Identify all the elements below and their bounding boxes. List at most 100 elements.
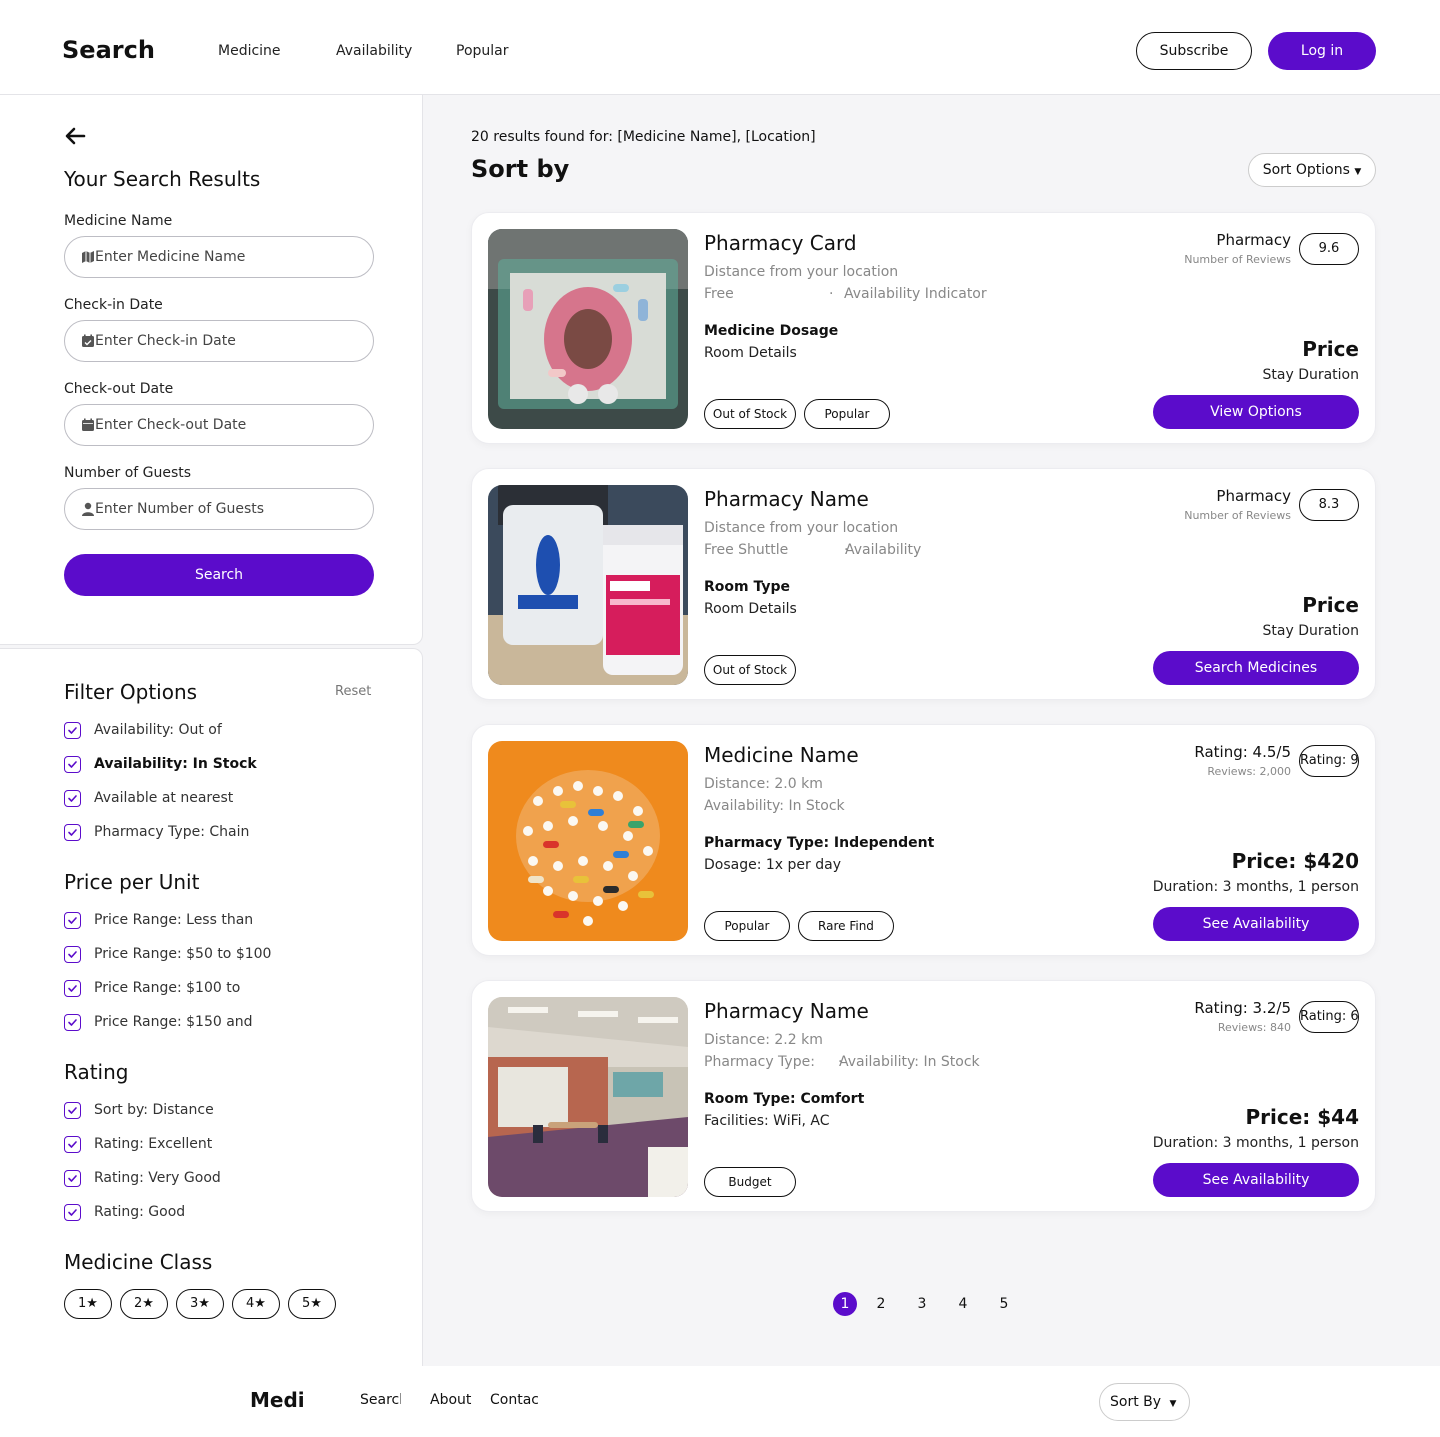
checkbox[interactable]: [64, 790, 81, 807]
result-image: [488, 485, 688, 685]
checkbox-label: Available at nearest: [94, 790, 234, 806]
footer-link-contact[interactable]: Contact Us: [490, 1392, 538, 1416]
checkbox[interactable]: [64, 756, 81, 773]
checkbox[interactable]: [64, 1102, 81, 1119]
result-price: Price: [1302, 593, 1359, 617]
user-icon: [82, 502, 94, 516]
result-tag[interactable]: Popular: [704, 911, 790, 941]
checkout-date-label: Check-out Date: [64, 381, 174, 397]
result-title[interactable]: Pharmacy Card: [704, 231, 857, 255]
checkbox[interactable]: [64, 1204, 81, 1221]
footer-sort-dropdown[interactable]: Sort By ▼: [1099, 1383, 1190, 1421]
map-icon: [82, 251, 94, 263]
nav-medicine[interactable]: Medicine: [218, 43, 281, 59]
rating-badge: 9.6: [1299, 233, 1359, 265]
result-description: Room Details: [704, 345, 797, 361]
result-card: Pharmacy Name Distance from your location…: [471, 468, 1376, 700]
footer-link-search[interactable]: Search: [360, 1392, 401, 1416]
checkin-date-input[interactable]: [95, 321, 365, 361]
result-detail-left: Free: [704, 286, 734, 302]
guests-input[interactable]: [95, 489, 365, 529]
result-title[interactable]: Pharmacy Name: [704, 999, 869, 1023]
checkbox[interactable]: [64, 722, 81, 739]
check-icon: [68, 951, 77, 958]
medicine-class-chip[interactable]: 3★: [176, 1289, 224, 1319]
result-price: Price: $44: [1245, 1105, 1359, 1129]
check-icon: [68, 1019, 77, 1026]
result-action-button[interactable]: View Options: [1153, 395, 1359, 429]
result-image: [488, 229, 688, 429]
page-number[interactable]: 2: [869, 1292, 893, 1316]
result-subtitle: Pharmacy Type: Independent: [704, 835, 935, 851]
result-duration: Duration: 3 months, 1 person: [1152, 879, 1359, 895]
result-duration: Duration: 3 months, 1 person: [1152, 1135, 1359, 1151]
result-title[interactable]: Medicine Name: [704, 743, 859, 767]
footer-link-about[interactable]: About Us: [430, 1392, 476, 1416]
medicine-class-chip[interactable]: 4★: [232, 1289, 280, 1319]
result-action-button[interactable]: See Availability: [1153, 1163, 1359, 1197]
result-action-button[interactable]: Search Medicines: [1153, 651, 1359, 685]
brand-title: Search: [62, 36, 155, 64]
checkbox[interactable]: [64, 824, 81, 841]
result-tag[interactable]: Popular: [804, 399, 890, 429]
top-header: Search Medicine Availability Popular Sub…: [0, 0, 1440, 95]
result-tag[interactable]: Out of Stock: [704, 655, 796, 685]
checkout-date-input[interactable]: [95, 405, 365, 445]
checkbox-label: Rating: Good: [94, 1204, 186, 1220]
result-card: Medicine Name Distance: 2.0 km Availabilit…: [471, 724, 1376, 956]
medicine-class-chip[interactable]: 5★: [288, 1289, 336, 1319]
rating-label: Pharmacy: [1216, 487, 1291, 505]
check-icon: [68, 1175, 77, 1182]
sort-options-dropdown[interactable]: Sort Options ▼: [1248, 153, 1376, 187]
checkout-date-field[interactable]: [64, 404, 374, 446]
checkbox-label: Price Range: $100 to: [94, 980, 241, 996]
nav-popular[interactable]: Popular: [456, 43, 509, 59]
checkbox[interactable]: [64, 946, 81, 963]
medicine-class-chip[interactable]: 1★: [64, 1289, 112, 1319]
medicine-name-input[interactable]: [95, 237, 365, 277]
result-title[interactable]: Pharmacy Name: [704, 487, 869, 511]
result-tag[interactable]: Budget: [704, 1167, 796, 1197]
checkbox-label: Price Range: Less than: [94, 912, 254, 928]
nav-availability[interactable]: Availability: [336, 43, 412, 59]
result-description: Room Details: [704, 601, 797, 617]
result-distance: Distance: 2.2 km: [704, 1032, 823, 1048]
reset-filters-link[interactable]: Reset: [335, 684, 371, 699]
guests-field[interactable]: [64, 488, 374, 530]
checkbox-label: Price Range: $150 and: [94, 1014, 253, 1030]
result-action-button[interactable]: See Availability: [1153, 907, 1359, 941]
result-tag[interactable]: Out of Stock: [704, 399, 796, 429]
review-count: Number of Reviews: [1184, 253, 1291, 266]
page-number[interactable]: 4: [951, 1292, 975, 1316]
result-detail-left: Free Shuttle: [704, 542, 789, 558]
review-count: Reviews: 840: [1217, 1021, 1291, 1034]
medicine-class-chip[interactable]: 2★: [120, 1289, 168, 1319]
checkbox[interactable]: [64, 1170, 81, 1187]
page-number[interactable]: 5: [992, 1292, 1016, 1316]
checkbox-label: Pharmacy Type: Chain: [94, 824, 250, 840]
checkbox-label: Rating: Very Good: [94, 1170, 221, 1186]
result-price: Price: [1302, 337, 1359, 361]
checkin-date-field[interactable]: [64, 320, 374, 362]
medicine-name-field[interactable]: [64, 236, 374, 278]
checkbox[interactable]: [64, 1014, 81, 1031]
login-button[interactable]: Log in: [1268, 32, 1376, 70]
search-button[interactable]: Search: [64, 554, 374, 596]
result-detail-right: Availability: [845, 542, 922, 558]
back-arrow-icon[interactable]: [64, 125, 86, 147]
result-image: [488, 741, 688, 941]
checkbox[interactable]: [64, 980, 81, 997]
check-icon: [68, 761, 77, 768]
calendar-icon: [82, 418, 94, 431]
checkbox[interactable]: [64, 1136, 81, 1153]
page-number[interactable]: 3: [910, 1292, 934, 1316]
page-number[interactable]: 1: [833, 1292, 857, 1316]
rating-label: Rating: 3.2/5: [1194, 999, 1291, 1017]
result-tag[interactable]: Rare Find: [798, 911, 894, 941]
subscribe-button[interactable]: Subscribe: [1136, 32, 1252, 70]
result-detail-right: Availability Indicator: [844, 286, 987, 302]
checkbox[interactable]: [64, 912, 81, 929]
result-detail-left: Pharmacy Type:: [704, 1054, 815, 1070]
check-icon: [68, 1107, 77, 1114]
results-count: 20 results found for: [Medicine Name], […: [471, 129, 816, 145]
